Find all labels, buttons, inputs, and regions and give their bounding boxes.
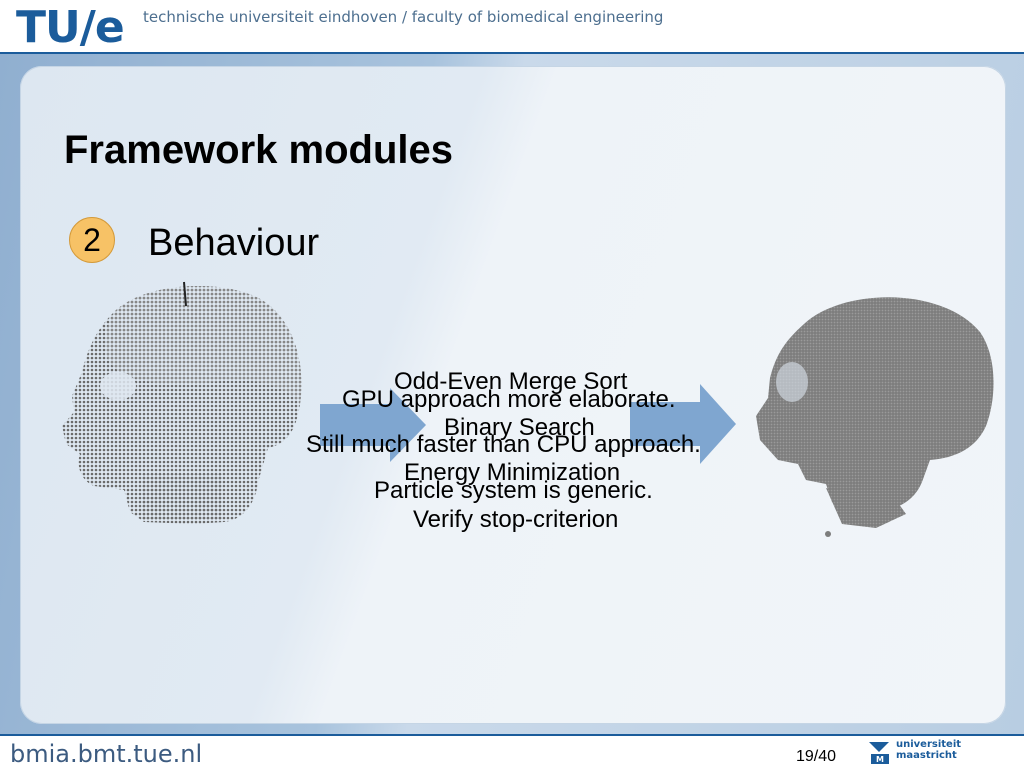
overlay-line-verify-stop: Verify stop-criterion [413,506,619,533]
step-number-badge: 2 [69,217,115,263]
footer-url[interactable]: bmia.bmt.tue.nl [10,740,202,768]
skull-point-cloud-icon [62,281,302,524]
institution-name: technische universiteit eindhoven / facu… [143,8,664,26]
svg-text:M: M [876,755,884,764]
partner-name: universiteit maastricht [896,739,962,761]
skull-particle-mesh-icon [756,297,994,537]
step-label: Behaviour [148,222,320,264]
slide-header: TU/e technische universiteit eindhoven /… [0,0,1024,53]
um-logo-icon: M [869,742,889,764]
overlay-line-gpu-approach: GPU approach more elaborate. [342,386,676,413]
slide-title: Framework modules [64,128,454,172]
tue-logo: TU/e [16,2,125,53]
page-number: 19/40 [796,748,837,765]
overlay-line-still-faster: Still much faster than CPU approach. [306,431,701,458]
overlay-line-particle-system: Particle system is generic. [374,477,653,504]
